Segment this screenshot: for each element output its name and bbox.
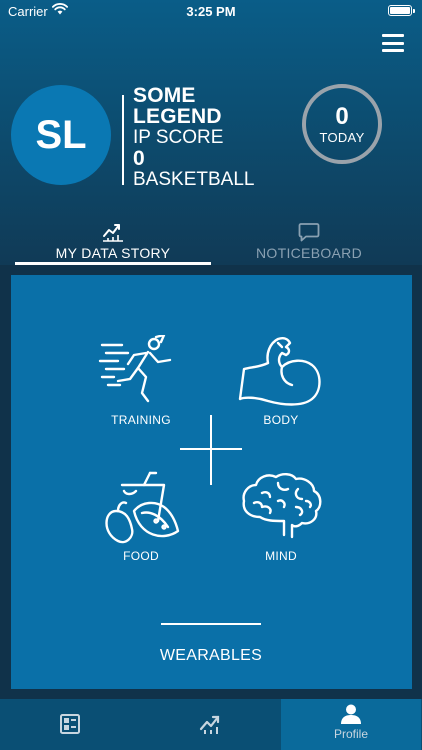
today-count: 0 [335, 102, 349, 130]
dashboard-icon [60, 714, 80, 734]
body-button[interactable]: BODY [221, 335, 341, 427]
tab-label: MY DATA STORY [55, 245, 171, 261]
hamburger-menu-icon[interactable] [382, 34, 404, 52]
profile-header: Carrier 3:25 PM SL SOME LEGEND IP SCORE … [0, 0, 422, 265]
cross-divider-vertical [210, 415, 212, 485]
profile-first-name: SOME [133, 84, 196, 107]
brain-icon [242, 473, 322, 539]
ip-score-label: IP SCORE [133, 127, 224, 148]
chat-icon [298, 223, 320, 242]
body-label: BODY [263, 413, 299, 427]
tab-noticeboard[interactable]: NOTICEBOARD [211, 220, 407, 265]
tab-my-data-story[interactable]: MY DATA STORY [15, 220, 211, 265]
active-tab-indicator [15, 262, 211, 265]
nav-dashboard[interactable] [0, 699, 140, 750]
today-counter: 0 TODAY [302, 84, 382, 164]
battery-icon [388, 5, 415, 16]
wearables-divider [161, 623, 261, 625]
clock: 3:25 PM [186, 4, 236, 19]
training-button[interactable]: TRAINING [81, 335, 201, 427]
data-story-panel: TRAINING BODY FOOD MIND WEARABLES [11, 275, 412, 689]
mind-label: MIND [265, 549, 297, 563]
today-label: TODAY [319, 129, 365, 145]
profile-divider [122, 95, 124, 185]
nav-profile[interactable]: Profile [281, 699, 421, 750]
nav-profile-label: Profile [333, 727, 368, 741]
flexed-bicep-icon [238, 337, 321, 406]
bottom-navigation: Profile [0, 699, 422, 750]
ip-score-value: 0 [133, 147, 145, 170]
chart-icon [103, 224, 123, 242]
training-label: TRAINING [111, 413, 171, 427]
avatar-initials: SL [35, 112, 87, 157]
avatar: SL [11, 85, 111, 185]
profile-info: SOME LEGEND IP SCORE 0 BASKETBALL [133, 85, 254, 190]
chart-icon [199, 715, 220, 734]
runner-icon [98, 335, 172, 403]
person-icon [341, 704, 361, 724]
nav-data-story[interactable] [140, 699, 280, 750]
profile-last-name: LEGEND [133, 105, 222, 128]
status-bar: Carrier 3:25 PM [0, 0, 422, 22]
mind-button[interactable]: MIND [221, 471, 341, 563]
fruit-drink-icon [105, 471, 180, 544]
food-label: FOOD [123, 549, 159, 563]
sport-label: BASKETBALL [133, 169, 255, 190]
wearables-button[interactable]: WEARABLES [111, 647, 311, 665]
food-button[interactable]: FOOD [81, 471, 201, 563]
tab-label: NOTICEBOARD [256, 245, 362, 261]
